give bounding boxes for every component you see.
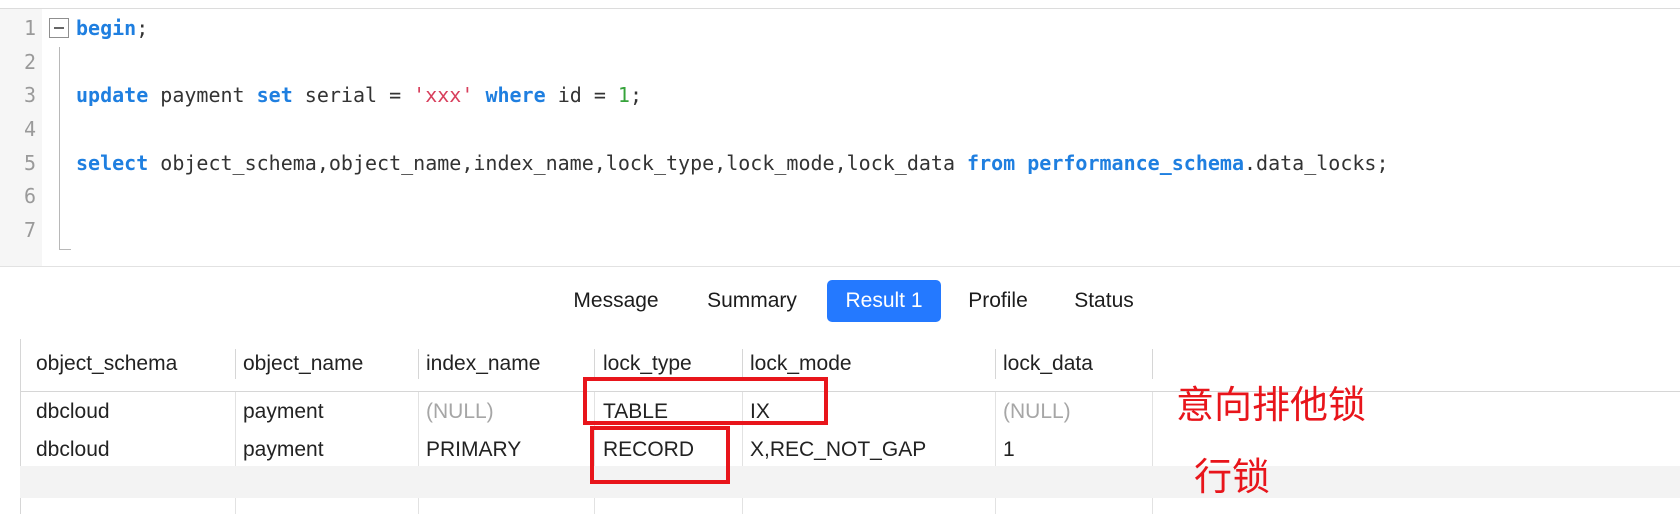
keyword-update: update bbox=[76, 83, 149, 107]
fold-guide-end bbox=[59, 249, 71, 250]
code-text: payment bbox=[148, 83, 257, 107]
tab-status[interactable]: Status bbox=[1060, 280, 1148, 322]
cell-lock-data[interactable]: 1 bbox=[1003, 438, 1015, 462]
column-divider[interactable] bbox=[594, 349, 595, 379]
result-tabs-bar: Message Summary Result 1 Profile Status bbox=[0, 266, 1680, 340]
code-text: object_schema,object_name,index_name,loc… bbox=[148, 151, 968, 175]
line-number: 2 bbox=[23, 50, 36, 74]
string-literal: 'xxx' bbox=[413, 83, 474, 107]
keyword-select: select bbox=[76, 151, 149, 175]
tab-message[interactable]: Message bbox=[560, 280, 672, 322]
highlight-box-table-lock bbox=[583, 377, 828, 425]
number-literal: 1 bbox=[617, 83, 630, 107]
cell-index-name[interactable]: PRIMARY bbox=[426, 438, 521, 462]
code-text: id = bbox=[545, 83, 618, 107]
cell-index-name[interactable]: (NULL) bbox=[426, 400, 494, 424]
column-divider[interactable] bbox=[1152, 349, 1153, 379]
column-header-lock-data[interactable]: lock_data bbox=[1003, 352, 1093, 376]
code-line-3[interactable]: 3 update payment set serial = 'xxx' wher… bbox=[0, 76, 1680, 112]
line-number: 6 bbox=[23, 184, 36, 208]
column-header-object-name[interactable]: object_name bbox=[243, 352, 363, 376]
schema-name: performance_schema bbox=[1027, 151, 1245, 175]
line-number: 5 bbox=[23, 151, 36, 175]
line-number: 1 bbox=[23, 16, 36, 40]
code-line-1[interactable]: 1 begin; bbox=[0, 9, 1680, 45]
keyword-where: where bbox=[485, 83, 546, 107]
column-header-object-schema[interactable]: object_schema bbox=[36, 352, 177, 376]
cell-object-schema[interactable]: dbcloud bbox=[36, 400, 110, 424]
code-line-6[interactable]: 6 bbox=[0, 177, 1680, 213]
keyword-set: set bbox=[256, 83, 293, 107]
tab-summary[interactable]: Summary bbox=[692, 280, 812, 322]
cell-object-name[interactable]: payment bbox=[243, 400, 324, 424]
code-line-5[interactable]: 5 select object_schema,object_name,index… bbox=[0, 144, 1680, 180]
column-header-lock-type[interactable]: lock_type bbox=[603, 352, 692, 376]
code-text: .data_locks; bbox=[1244, 151, 1389, 175]
cell-object-name[interactable]: payment bbox=[243, 438, 324, 462]
grid-header: object_schema object_name index_name loc… bbox=[20, 339, 1680, 392]
table-row[interactable]: dbcloud payment (NULL) TABLE IX (NULL) bbox=[20, 392, 1680, 430]
code-line-2[interactable]: 2 bbox=[0, 43, 1680, 79]
table-row[interactable]: dbcloud payment PRIMARY RECORD X,REC_NOT… bbox=[20, 430, 1680, 468]
tab-profile[interactable]: Profile bbox=[955, 280, 1041, 322]
result-grid[interactable]: object_schema object_name index_name loc… bbox=[0, 339, 1680, 514]
code-text: serial = bbox=[292, 83, 414, 107]
column-divider[interactable] bbox=[235, 349, 236, 379]
tab-result-1[interactable]: Result 1 bbox=[827, 280, 941, 322]
annotation-row-lock: 行锁 bbox=[1194, 457, 1271, 499]
code-text: ; bbox=[629, 83, 642, 107]
column-header-lock-mode[interactable]: lock_mode bbox=[750, 352, 852, 376]
highlight-box-record-lock bbox=[590, 426, 730, 484]
keyword-begin: begin bbox=[76, 16, 137, 40]
keyword-from: from bbox=[967, 151, 1016, 175]
cell-lock-data[interactable]: (NULL) bbox=[1003, 400, 1071, 424]
row-selector-column[interactable] bbox=[0, 339, 21, 514]
column-divider[interactable] bbox=[742, 349, 743, 379]
cell-object-schema[interactable]: dbcloud bbox=[36, 438, 110, 462]
code-line-4[interactable]: 4 bbox=[0, 110, 1680, 146]
empty-table-row[interactable] bbox=[20, 466, 1680, 498]
line-number: 3 bbox=[23, 83, 36, 107]
code-line-7[interactable]: 7 bbox=[0, 211, 1680, 247]
annotation-intention-exclusive-lock: 意向排他锁 bbox=[1176, 385, 1367, 427]
column-divider[interactable] bbox=[995, 349, 996, 379]
sql-editor[interactable]: 1 begin; 2 3 update payment set serial =… bbox=[0, 8, 1680, 267]
column-header-index-name[interactable]: index_name bbox=[426, 352, 540, 376]
line-number: 7 bbox=[23, 218, 36, 242]
column-divider[interactable] bbox=[418, 349, 419, 379]
line-number: 4 bbox=[23, 117, 36, 141]
code-text: ; bbox=[136, 16, 149, 40]
cell-lock-mode[interactable]: X,REC_NOT_GAP bbox=[750, 438, 926, 462]
